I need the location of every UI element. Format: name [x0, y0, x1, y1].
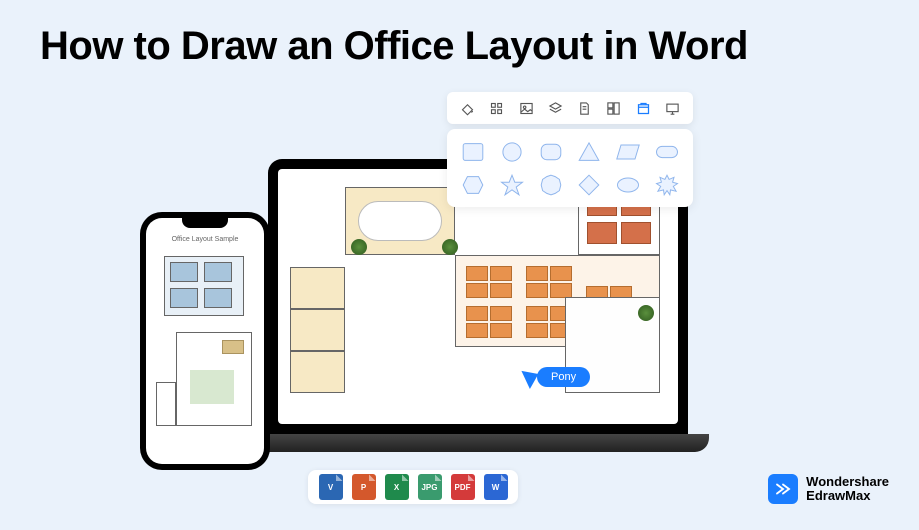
side-office-3 — [290, 351, 345, 393]
shape-rounded-rect[interactable] — [534, 138, 567, 165]
brand-line2: EdrawMax — [806, 489, 889, 503]
file-visio-icon[interactable]: V — [319, 474, 343, 500]
fill-tool-icon[interactable] — [460, 100, 476, 116]
file-powerpoint-icon[interactable]: P — [352, 474, 376, 500]
present-tool-icon[interactable] — [664, 100, 680, 116]
side-office-1 — [290, 267, 345, 309]
shape-badge[interactable] — [534, 171, 567, 198]
shape-star[interactable] — [496, 171, 529, 198]
page-title: How to Draw an Office Layout in Word — [40, 24, 748, 69]
tool-toolbar — [447, 92, 693, 124]
shapes-palette — [447, 129, 693, 207]
collaborator-name: Pony — [537, 367, 590, 387]
collaborator-cursor: Pony — [525, 367, 590, 387]
laptop-base — [247, 434, 709, 452]
shape-diamond[interactable] — [573, 171, 606, 198]
shape-circle[interactable] — [496, 138, 529, 165]
plant-icon — [442, 239, 458, 255]
library-tool-icon[interactable] — [635, 100, 651, 116]
phone-floorplan — [156, 252, 254, 454]
shape-rectangle[interactable] — [457, 138, 490, 165]
components-tool-icon[interactable] — [606, 100, 622, 116]
phone-screen: Office Layout Sample — [146, 218, 264, 464]
side-office-2 — [290, 309, 345, 351]
shape-capsule[interactable] — [650, 138, 683, 165]
brand-line1: Wondershare — [806, 475, 889, 489]
meeting-table — [358, 201, 442, 241]
file-pdf-icon[interactable]: PDF — [451, 474, 475, 500]
phone-notch — [182, 218, 228, 228]
shape-hexagon[interactable] — [457, 171, 490, 198]
shape-ellipse[interactable] — [612, 171, 645, 198]
plant-icon — [351, 239, 367, 255]
file-excel-icon[interactable]: X — [385, 474, 409, 500]
file-word-icon[interactable]: W — [484, 474, 508, 500]
page-tool-icon[interactable] — [577, 100, 593, 116]
shape-burst[interactable] — [650, 171, 683, 198]
office-floorplan: Pony — [290, 187, 660, 417]
phone-title: Office Layout Sample — [146, 236, 264, 243]
brand-logo-icon — [768, 474, 798, 504]
brand-badge: Wondershare EdrawMax — [768, 474, 889, 504]
laptop-canvas: Office Layout Sample — [278, 169, 678, 424]
shape-parallelogram[interactable] — [612, 138, 645, 165]
image-tool-icon[interactable] — [518, 100, 534, 116]
export-formats-row: V P X JPG PDF W — [308, 470, 518, 504]
shape-triangle[interactable] — [573, 138, 606, 165]
brand-text: Wondershare EdrawMax — [806, 475, 889, 502]
grid-tool-icon[interactable] — [489, 100, 505, 116]
file-jpg-icon[interactable]: JPG — [418, 474, 442, 500]
plant-icon — [638, 305, 654, 321]
phone-mockup: Office Layout Sample — [140, 212, 270, 470]
layers-tool-icon[interactable] — [547, 100, 563, 116]
